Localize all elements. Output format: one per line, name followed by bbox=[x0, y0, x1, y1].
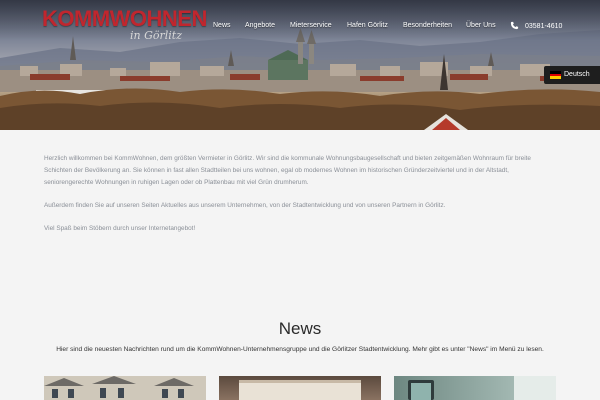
news-heading: News bbox=[278, 319, 322, 338]
german-flag-icon bbox=[550, 71, 561, 80]
page: KOMMWOHNEN in Görlitz News Angebote Miet… bbox=[0, 0, 600, 400]
nav-item-angebote[interactable]: Angebote bbox=[245, 22, 275, 29]
interior-room-image bbox=[239, 380, 361, 400]
news-subtitle: Hier sind die neuesten Nachrichten rund … bbox=[56, 346, 544, 353]
news-card-image[interactable] bbox=[219, 376, 381, 400]
nav-item-mieterservice[interactable]: Mieterservice bbox=[290, 22, 332, 29]
news-card-image[interactable] bbox=[44, 376, 206, 400]
intro-paragraph-news: Außerdem finden Sie auf unseren Seiten A… bbox=[44, 202, 446, 209]
intro-text: Herzlich willkommen bei KommWohnen, dem … bbox=[44, 153, 556, 246]
language-switcher[interactable]: Deutsch bbox=[544, 66, 600, 84]
intro-paragraph-enjoy: Viel Spaß beim Stöbern durch unser Inter… bbox=[44, 225, 196, 232]
tablet-device-image bbox=[408, 376, 556, 400]
phone-icon bbox=[510, 21, 519, 30]
news-card-image[interactable] bbox=[394, 376, 556, 400]
language-label: Deutsch bbox=[564, 71, 590, 78]
building-facade-image bbox=[44, 376, 206, 400]
nav-item-hafen-goerlitz[interactable]: Hafen Görlitz bbox=[347, 22, 388, 29]
phone-number: 03581-4610 bbox=[525, 23, 563, 30]
phone-contact[interactable]: 03581-4610 bbox=[510, 21, 562, 30]
nav-item-news[interactable]: News bbox=[213, 22, 231, 29]
nav-item-besonderheiten[interactable]: Besonderheiten bbox=[403, 22, 452, 29]
intro-paragraph-welcome: Herzlich willkommen bei KommWohnen, dem … bbox=[44, 155, 531, 186]
nav-item-ueber-uns[interactable]: Über Uns bbox=[466, 22, 496, 29]
